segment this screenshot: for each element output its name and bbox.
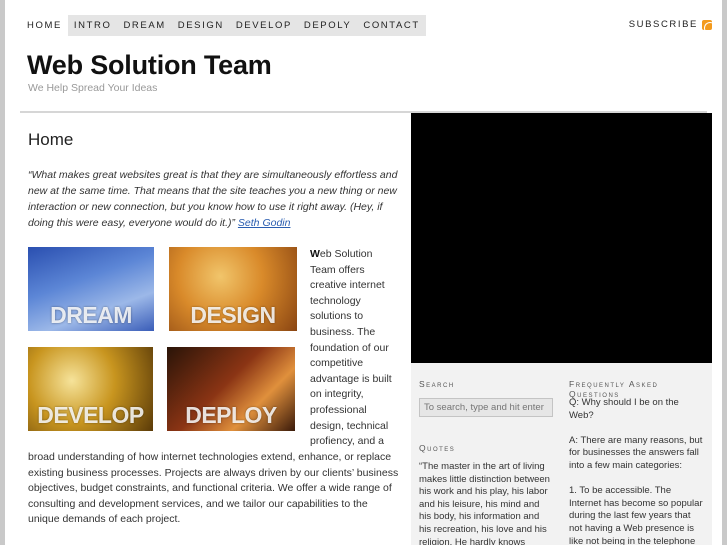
quotes-text: “The master in the art of living makes l… [419, 461, 550, 545]
site-title[interactable]: Web Solution Team [27, 50, 272, 81]
intro-paragraph-start: Web Solution Team offers creative intern… [310, 247, 392, 450]
search-input[interactable] [419, 398, 553, 417]
quotes-heading: Quotes [419, 443, 456, 453]
nav-develop[interactable]: DEVELOP [229, 15, 298, 36]
nav-design[interactable]: DESIGN [171, 15, 230, 36]
page-title: Home [28, 130, 74, 149]
video-player[interactable] [411, 113, 712, 363]
intro-float-text: eb Solution Team offers creative interne… [310, 248, 392, 448]
site-tagline: We Help Spread Your Ideas [28, 82, 158, 94]
subscribe-link[interactable]: SUBSCRIBE [629, 19, 712, 30]
dream-image[interactable]: DREAM [28, 247, 154, 331]
nav-home[interactable]: HOME [21, 15, 68, 36]
page: HOME INTRO DREAM DESIGN DEVELOP DEPOLY C… [0, 0, 727, 545]
dream-image-label: DREAM [50, 302, 132, 328]
faq-heading: Frequently Asked Questions [569, 379, 659, 399]
faq-point-1: 1. To be accessible. The Internet has be… [569, 485, 703, 545]
quote-text: “What makes great websites great is that… [28, 169, 398, 229]
subscribe-label: SUBSCRIBE [628, 19, 698, 30]
nav-contact[interactable]: CONTACT [357, 15, 426, 36]
nav-intro[interactable]: INTRO [67, 15, 118, 36]
rss-icon[interactable] [702, 19, 712, 30]
nav-depoly[interactable]: DEPOLY [297, 15, 358, 36]
nav-dream[interactable]: DREAM [117, 15, 172, 36]
develop-image[interactable]: DEVELOP [28, 347, 153, 431]
develop-image-label: DEVELOP [37, 402, 144, 428]
drop-letter: W [310, 248, 320, 260]
sidebar: Search Quotes “The master in the art of … [411, 363, 712, 545]
main-nav: HOME INTRO DREAM DESIGN DEVELOP DEPOLY C… [21, 15, 426, 36]
faq-question: Q: Why should I be on the Web? [569, 397, 679, 421]
intro-quote: “What makes great websites great is that… [28, 167, 399, 231]
design-image-label: DESIGN [190, 302, 276, 328]
deploy-image[interactable]: DEPLOY [167, 347, 295, 431]
deploy-image-label: DEPLOY [185, 402, 277, 428]
faq-content: Q: Why should I be on the Web? A: There … [569, 397, 704, 545]
faq-answer: A: There are many reasons, but for busin… [569, 434, 703, 471]
design-image[interactable]: DESIGN [169, 247, 297, 331]
intro-paragraph-rest: broad understanding of how internet tech… [28, 451, 399, 526]
main-content: Home “What makes great websites great is… [20, 113, 407, 545]
quote-author-link[interactable]: Seth Godin [238, 217, 291, 229]
search-heading: Search [419, 379, 455, 389]
